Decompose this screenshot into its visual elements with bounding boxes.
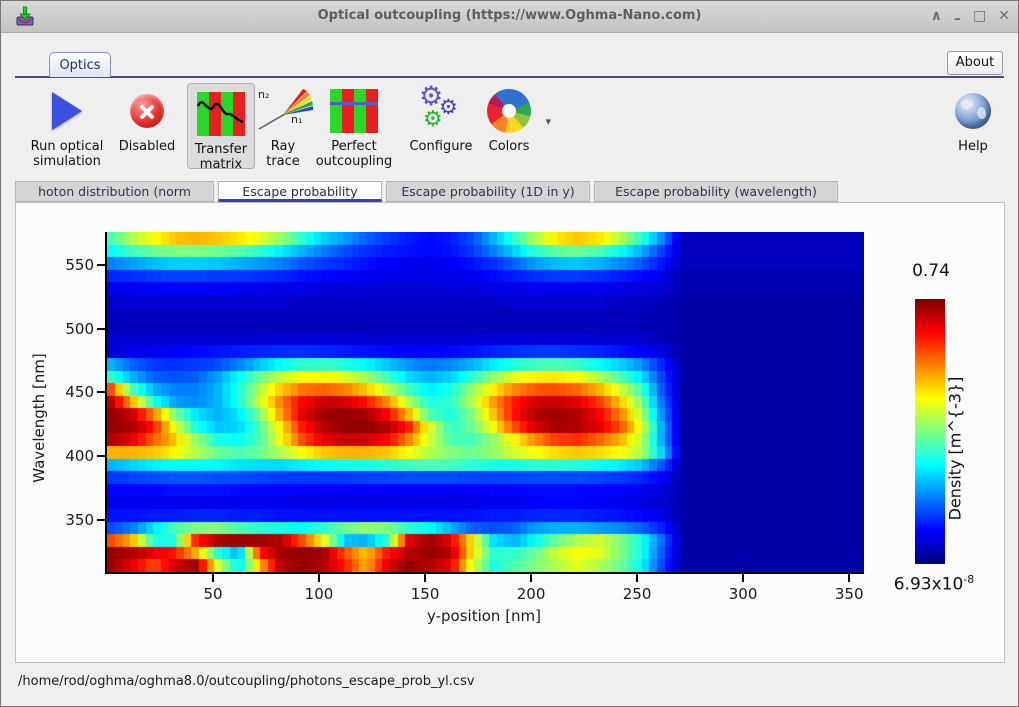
help-button[interactable]: Help xyxy=(943,81,1003,173)
chevron-down-icon[interactable]: ▾ xyxy=(545,115,551,128)
y-tick-label: 500 xyxy=(44,320,94,338)
perfect-outcoupling-icon xyxy=(330,87,378,135)
plot-panel: 350 400 450 500 550 50 100 150 200 250 300 350 Wave… xyxy=(15,202,1005,663)
colorbar-min-label: 6.93x10-8 xyxy=(872,573,996,595)
disabled-button[interactable]: Disabled xyxy=(115,81,179,173)
x-tick-label: 50 xyxy=(183,585,243,603)
refractive-index-n2-label: n₂ xyxy=(258,88,269,101)
x-tick-mark xyxy=(212,574,214,582)
x-tick-mark xyxy=(530,574,532,582)
toolbar-item-label: Help xyxy=(943,139,1003,154)
colorbar-axis-label: Density [m^{-3}] xyxy=(946,349,965,549)
x-tick-label: 300 xyxy=(713,585,773,603)
y-tick-label: 400 xyxy=(44,447,94,465)
x-tick-mark xyxy=(636,574,638,582)
heatmap-canvas xyxy=(107,232,864,572)
ray-trace-button[interactable]: n₂ n₁ Ray trace xyxy=(257,81,309,173)
x-tick-mark xyxy=(424,574,426,582)
status-bar: /home/rod/oghma/oghma8.0/outcoupling/pho… xyxy=(1,663,1018,706)
y-tick-mark xyxy=(97,264,105,266)
toolbar-item-label: Run optical simulation xyxy=(21,139,113,170)
y-tick-label: 550 xyxy=(44,256,94,274)
colors-button[interactable]: ▾ Colors xyxy=(479,81,539,173)
close-icon[interactable]: ✕ xyxy=(998,5,1010,27)
title-bar: Optical outcoupling (https://www.Oghma-N… xyxy=(1,1,1018,33)
x-tick-label: 150 xyxy=(395,585,455,603)
y-tick-label: 450 xyxy=(44,383,94,401)
toolbar-item-label: Ray trace xyxy=(257,139,309,170)
x-axis-label: y-position [nm] xyxy=(384,607,584,625)
run-optical-simulation-button[interactable]: Run optical simulation xyxy=(21,81,113,173)
perfect-outcoupling-button[interactable]: Perfect outcoupling xyxy=(307,81,401,173)
disabled-icon xyxy=(130,94,164,128)
tab-optics[interactable]: Optics xyxy=(49,52,111,77)
toolbar: Run optical simulation Disabled Transfer… xyxy=(1,81,1018,175)
tab-escape-probability-1d[interactable]: Escape probability (1D in y) xyxy=(386,181,590,202)
status-file-path: /home/rod/oghma/oghma8.0/outcoupling/pho… xyxy=(18,674,475,689)
colorbar-max-label: 0.74 xyxy=(881,261,981,281)
y-tick-mark xyxy=(97,455,105,457)
transfer-matrix-icon xyxy=(197,90,245,138)
shade-icon[interactable]: ∧ xyxy=(931,5,942,27)
globe-icon xyxy=(955,93,991,129)
configure-button[interactable]: ⚙⚙⚙ Configure xyxy=(405,81,477,173)
y-tick-label: 350 xyxy=(44,511,94,529)
ray-trace-icon: n₂ n₁ xyxy=(257,87,309,135)
x-tick-mark xyxy=(318,574,320,582)
minimize-icon[interactable]: – xyxy=(954,8,961,30)
tab-escape-probability[interactable]: Escape probability xyxy=(218,181,382,202)
tab-photon-distribution[interactable]: hoton distribution (norm xyxy=(15,181,214,202)
x-tick-mark xyxy=(848,574,850,582)
colorbar xyxy=(915,299,945,564)
toolbar-item-label: Perfect outcoupling xyxy=(307,139,401,170)
y-axis-line xyxy=(105,232,107,574)
refractive-index-n1-label: n₁ xyxy=(291,113,302,126)
transfer-matrix-button[interactable]: Transfer matrix xyxy=(187,83,255,169)
color-wheel-icon xyxy=(487,89,531,133)
toolbar-item-label: Colors xyxy=(479,139,539,154)
play-icon xyxy=(52,92,82,130)
x-tick-label: 350 xyxy=(819,585,879,603)
window-title: Optical outcoupling (https://www.Oghma-N… xyxy=(1,8,1018,23)
y-tick-mark xyxy=(97,391,105,393)
x-tick-label: 200 xyxy=(501,585,561,603)
x-tick-mark xyxy=(742,574,744,582)
x-axis-line xyxy=(105,572,864,574)
y-axis-label: Wavelength [nm] xyxy=(30,318,48,518)
toolbar-item-label: Configure xyxy=(405,139,477,154)
toolbar-item-label: Disabled xyxy=(115,139,179,154)
ribbon-divider xyxy=(15,76,1004,78)
x-tick-label: 250 xyxy=(607,585,667,603)
maximize-icon[interactable]: □ xyxy=(973,5,986,27)
tab-escape-probability-wavelength[interactable]: Escape probability (wavelength) xyxy=(594,181,838,202)
gears-icon: ⚙⚙⚙ xyxy=(417,87,465,135)
toolbar-item-label: Transfer matrix xyxy=(188,142,254,173)
y-tick-mark xyxy=(97,519,105,521)
x-tick-label: 100 xyxy=(289,585,349,603)
app-window: Optical outcoupling (https://www.Oghma-N… xyxy=(0,0,1019,707)
y-tick-mark xyxy=(97,328,105,330)
about-button[interactable]: About xyxy=(947,51,1003,75)
